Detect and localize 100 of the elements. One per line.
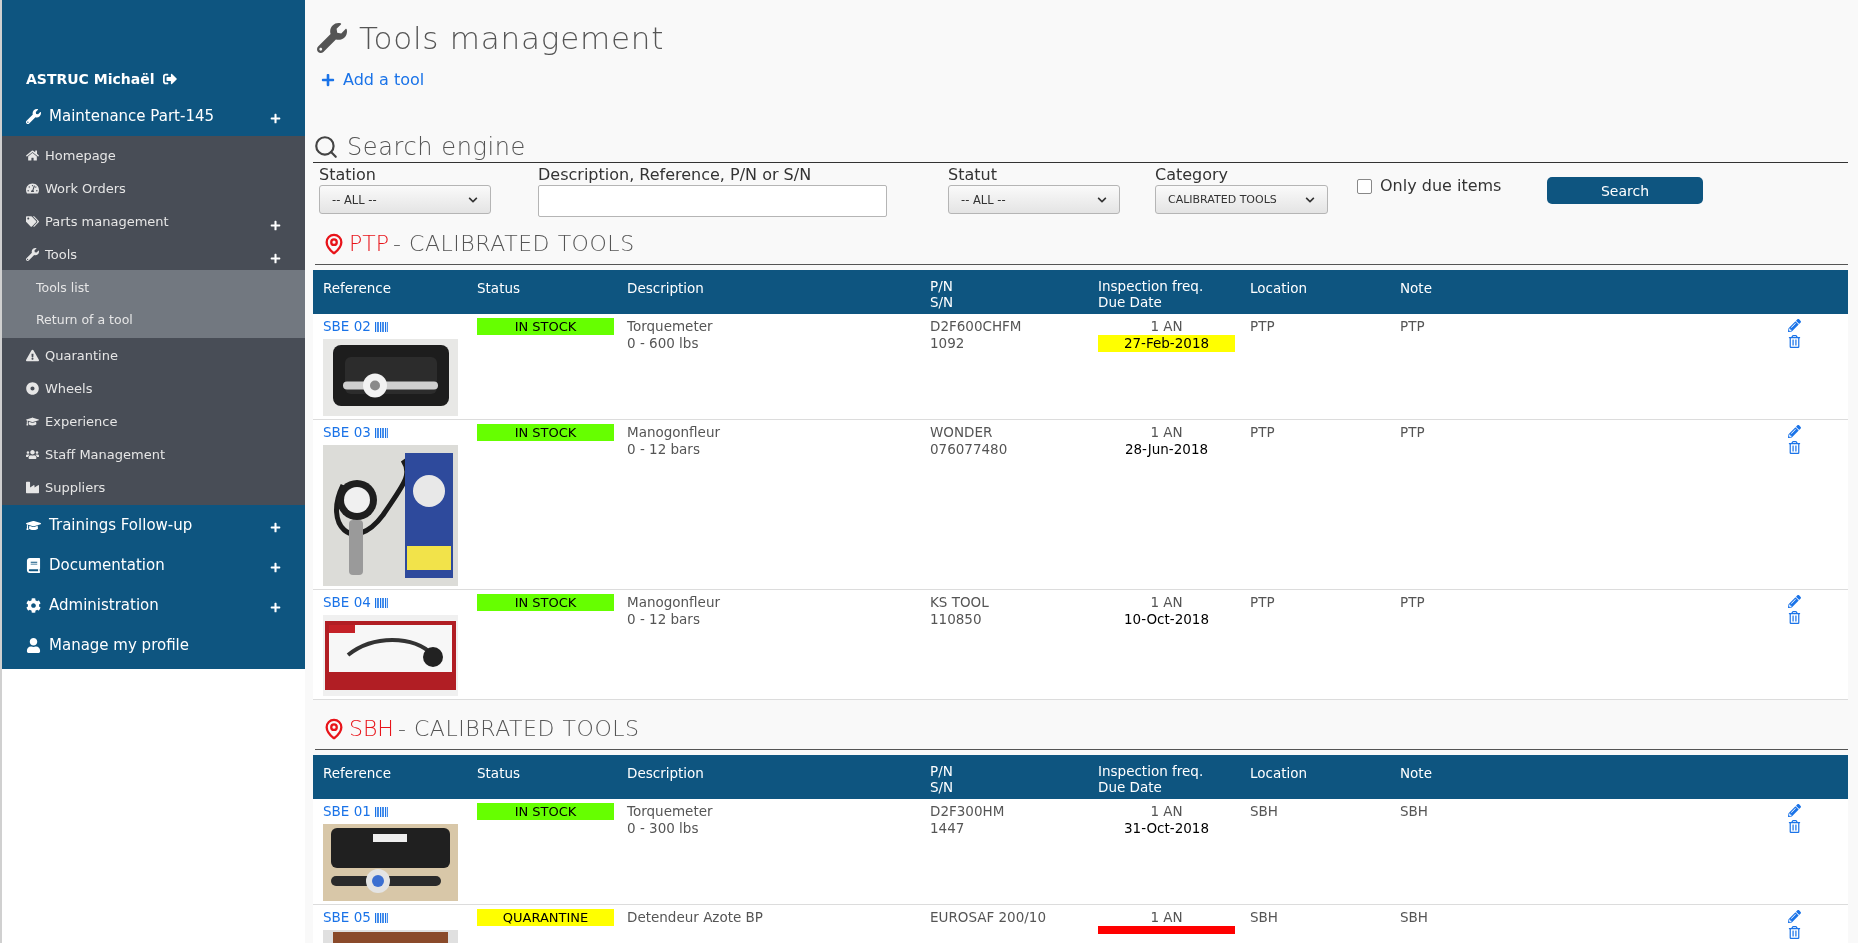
tool-reference-link[interactable]: SBE 03 [323, 424, 371, 441]
plus-icon[interactable] [270, 253, 281, 264]
station-label: Station [319, 165, 377, 185]
column-header: Description [627, 764, 705, 783]
statut-label: Statut [948, 165, 998, 185]
logout-icon[interactable] [162, 72, 177, 86]
menu-group[interactable]: Trainings Follow-up [49, 514, 193, 537]
section-title: - CALIBRATED TOOLS [397, 715, 640, 743]
menu-item[interactable]: Work Orders [45, 179, 126, 199]
inspection-frequency: 1 AN [1149, 424, 1184, 441]
column-header: Note [1400, 279, 1433, 298]
plus-icon[interactable] [270, 562, 281, 573]
wrench-icon [317, 23, 347, 53]
note-text: PTP [1400, 594, 1426, 612]
location-text: PTP [1250, 594, 1276, 612]
status-badge: IN STOCK [477, 803, 614, 820]
column-header: Location [1250, 764, 1309, 783]
edit-icon[interactable] [1788, 910, 1801, 923]
select-dropdown[interactable]: -- ALL -- [319, 185, 491, 214]
delete-icon[interactable] [1788, 611, 1801, 624]
column-header: Description [627, 279, 705, 298]
delete-icon[interactable] [1788, 441, 1801, 454]
submenu-item[interactable]: Return of a tool [36, 310, 133, 330]
column-header: Inspection freq. [1098, 763, 1205, 779]
part-number: EUROSAF 200/10 [930, 909, 1048, 926]
menu-group[interactable]: Documentation [49, 554, 165, 577]
menu-item[interactable]: Staff Management [45, 445, 166, 465]
plus-icon[interactable] [270, 220, 281, 231]
plus-icon[interactable] [270, 602, 281, 613]
description-text: Torquemeter [627, 803, 714, 820]
tool-reference-link[interactable]: SBE 02 [323, 318, 371, 335]
due-date: 28-Jun-2018 [1123, 441, 1210, 458]
add-tool-link[interactable]: Add a tool [343, 68, 425, 92]
delete-icon[interactable] [1788, 926, 1801, 939]
text-search-field[interactable] [538, 185, 887, 217]
plus-icon[interactable] [270, 113, 281, 124]
menu-item[interactable]: Experience [45, 412, 118, 432]
column-header: Status [477, 279, 522, 298]
submenu-item[interactable]: Tools list [36, 278, 90, 298]
menu-item[interactable]: Parts management [45, 212, 169, 232]
serial-number: 076077480 [930, 441, 1009, 458]
column-header: Status [477, 764, 522, 783]
edit-icon[interactable] [1788, 595, 1801, 608]
serial-number: 1092 [930, 335, 966, 352]
delete-icon[interactable] [1788, 820, 1801, 833]
select-dropdown[interactable]: CALIBRATED TOOLS [1155, 185, 1328, 214]
menu-item[interactable]: Tools [45, 245, 78, 265]
edit-icon[interactable] [1788, 804, 1801, 817]
tool-reference-link[interactable]: SBE 04 [323, 594, 371, 611]
column-header: Location [1250, 279, 1309, 298]
due-date: 27-Feb-2018 [1098, 335, 1235, 352]
location-text: SBH [1250, 909, 1279, 927]
inspection-frequency: 1 AN [1149, 594, 1184, 611]
serial-number: 1447 [930, 820, 966, 837]
search-icon [313, 134, 339, 160]
due-date: 31-Oct-2018 [1123, 820, 1210, 837]
plus-icon[interactable] [321, 73, 335, 87]
column-header: Reference [323, 279, 392, 298]
column-header: S/N [930, 294, 955, 310]
chevron-down-icon [1305, 194, 1315, 205]
text-search-label: Description, Reference, P/N or S/N [538, 165, 813, 185]
delete-icon[interactable] [1788, 335, 1801, 348]
home-icon [26, 149, 39, 163]
factory-icon [26, 481, 39, 495]
location-text: SBH [1250, 803, 1279, 821]
location-text: PTP [1250, 318, 1276, 336]
users-icon [26, 448, 39, 462]
section-title: - CALIBRATED TOOLS [393, 230, 635, 258]
note-text: PTP [1400, 424, 1426, 442]
wrench-icon [26, 108, 41, 124]
user-name: ASTRUC Michaël [26, 69, 155, 89]
column-header: Due Date [1098, 294, 1163, 310]
barcode-icon [374, 427, 388, 438]
only-due-checkbox[interactable] [1357, 178, 1372, 194]
tool-reference-link[interactable]: SBE 01 [323, 803, 371, 820]
menu-group[interactable]: Maintenance Part-145 [49, 105, 215, 128]
select-dropdown[interactable]: -- ALL -- [948, 185, 1120, 214]
edit-icon[interactable] [1788, 319, 1801, 332]
menu-group[interactable]: Administration [49, 594, 159, 617]
user-icon [26, 637, 41, 653]
menu-item[interactable]: Wheels [45, 379, 93, 399]
chevron-down-icon [468, 194, 478, 205]
edit-icon[interactable] [1788, 425, 1801, 438]
station-name: SBH [349, 715, 394, 743]
menu-group[interactable]: Manage my profile [49, 634, 189, 657]
book-icon [26, 557, 41, 573]
tool-reference-link[interactable]: SBE 05 [323, 909, 371, 926]
barcode-icon [374, 597, 388, 608]
menu-item[interactable]: Suppliers [45, 478, 106, 498]
menu-item[interactable]: Homepage [45, 146, 116, 166]
menu-item[interactable]: Quarantine [45, 346, 118, 366]
note-text: SBH [1400, 909, 1429, 927]
description-text: Detendeur Azote BP [627, 909, 764, 926]
location-text: PTP [1250, 424, 1276, 442]
description-text: 0 - 300 lbs [627, 820, 700, 837]
search-button[interactable]: Search [1547, 177, 1703, 204]
column-header: Inspection freq. [1098, 278, 1205, 294]
part-number: D2F600CHFM [930, 318, 1023, 335]
plus-icon[interactable] [270, 522, 281, 533]
settings-icon [26, 597, 41, 613]
